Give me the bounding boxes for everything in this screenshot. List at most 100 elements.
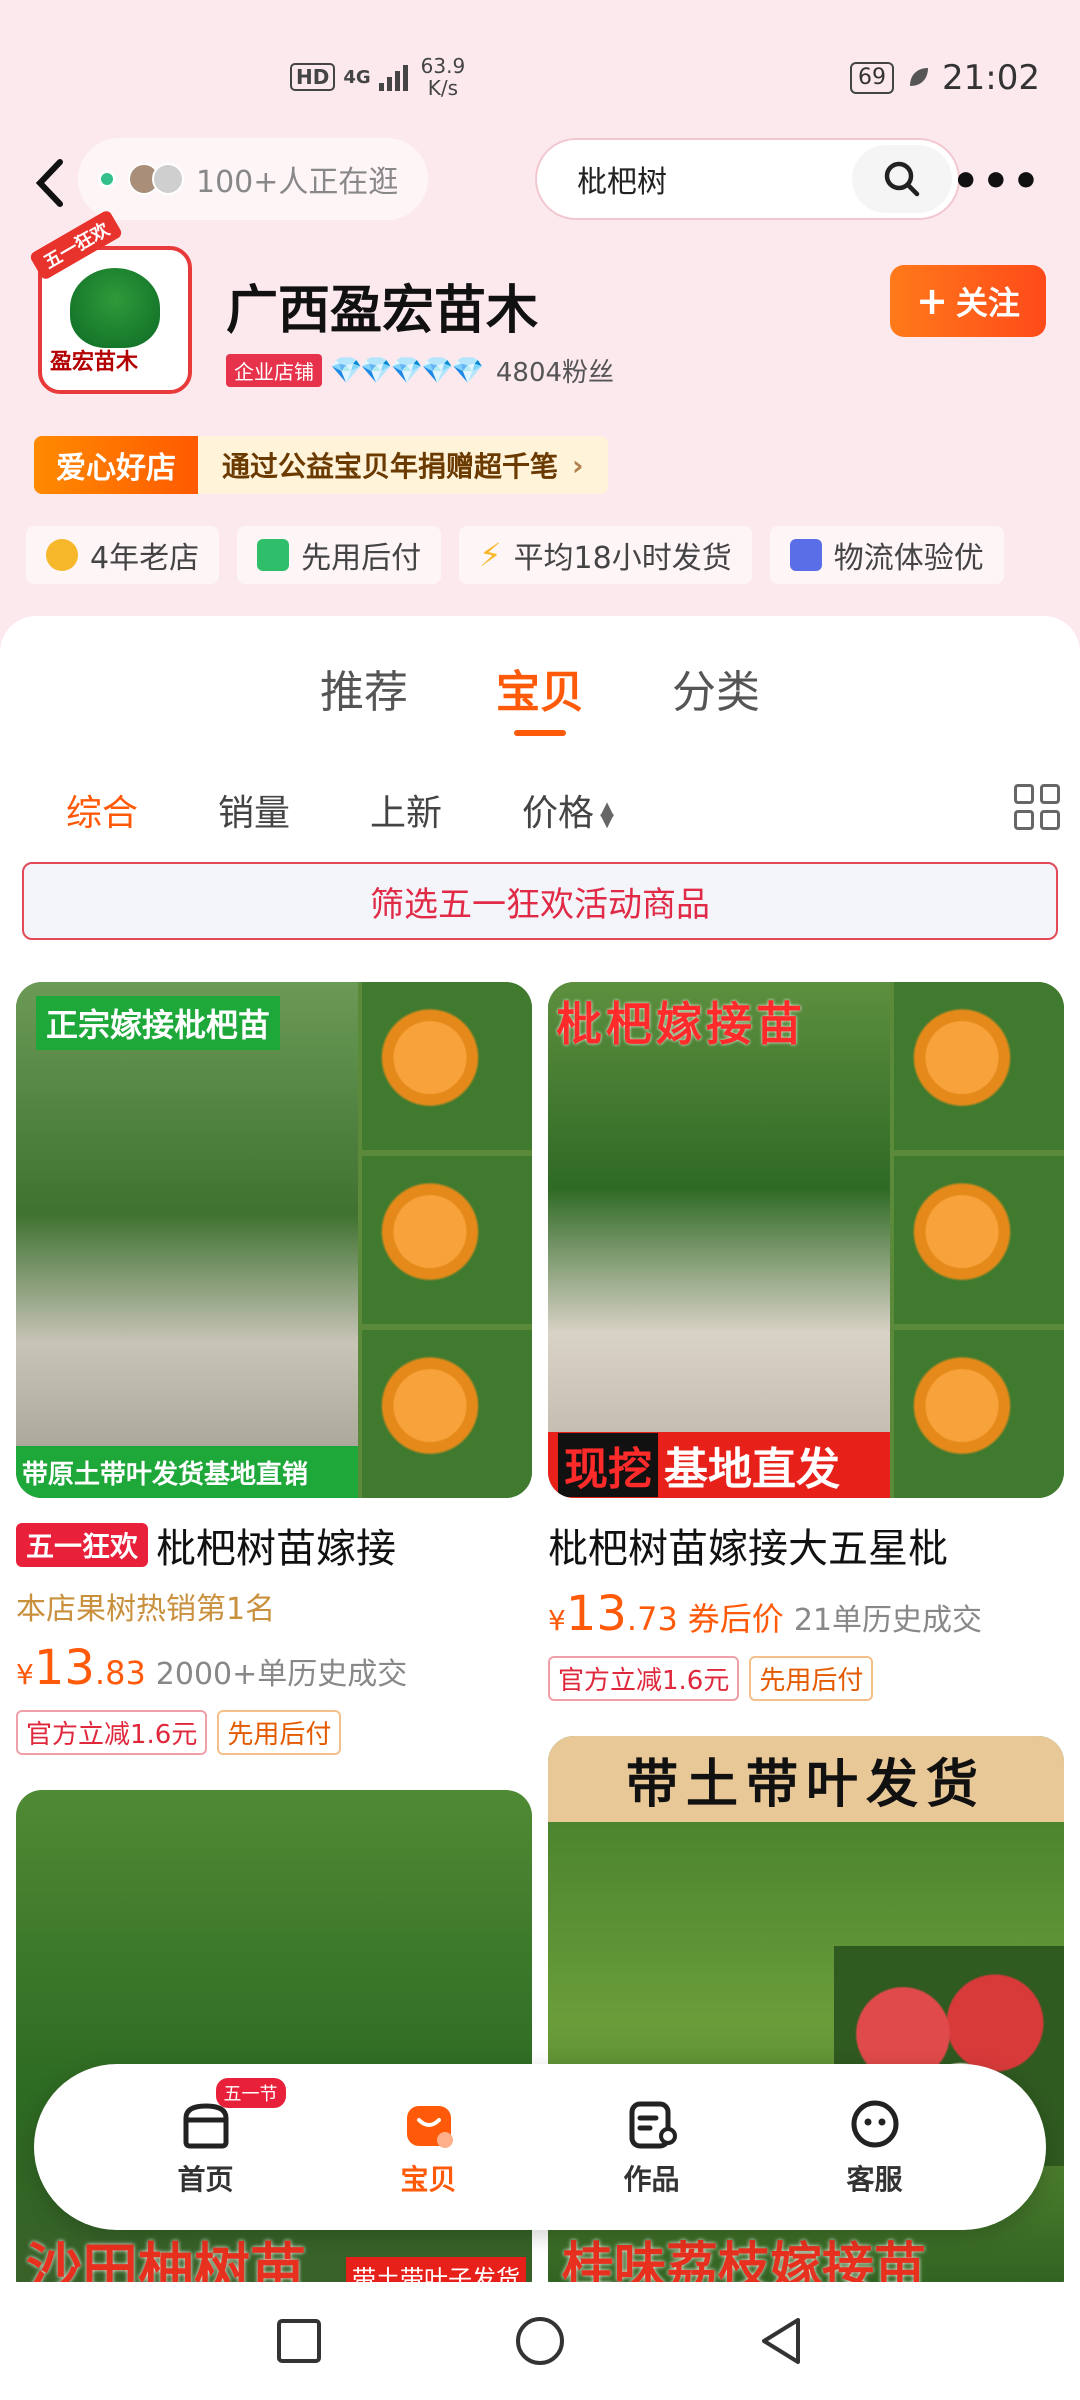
sort-sales[interactable]: 销量 [218,784,290,836]
image-caption-dig: 现挖 [558,1433,658,1497]
price-int: 13 [565,1586,627,1642]
price-int: 13 [33,1640,95,1696]
leaf-icon [910,68,929,86]
product-image[interactable]: 正宗嫁接枇杷苗 带原土带叶发货基地直销 [16,982,532,1498]
sort-bar: 综合 销量 上新 价格 ▲ ▼ [66,784,614,836]
perk-label: 物流体验优 [833,541,984,576]
price-row: ¥13.83 2000+单历史成交 [16,1640,532,1696]
image-caption-top: 带土带叶发货 [548,1736,1064,1822]
product-card[interactable]: 枇杷嫁接苗 现挖 基地直发 枇杷树苗嫁接大五星枇 ¥13.73 券后价 21单历史… [548,982,1064,1701]
enterprise-badge: 企业店铺 [226,354,322,387]
shop-name[interactable]: 广西盈宏苗木 [226,268,538,343]
sold-count: 21单历史成交 [793,1603,982,1638]
seedling-photo [16,982,358,1498]
loquat-photo [362,1330,532,1498]
product-title-text: 枇杷树苗嫁接 [156,1526,397,1572]
discount-chip: 官方立减1.6元 [16,1710,208,1755]
visitors-pill[interactable]: 100+人正在逛 [78,138,428,220]
product-title[interactable]: 五一狂欢 枇杷树苗嫁接 [16,1516,532,1574]
search-icon [884,161,920,197]
net-speed: 63.9 K/s [421,55,466,99]
perk-label: 4年老店 [90,541,200,576]
medal-icon [46,539,78,571]
diamond-rating: 💎💎💎💎💎 [330,355,484,386]
online-dot [98,170,116,188]
pay-later-chip: 先用后付 [217,1710,342,1755]
product-chips: 官方立减1.6元 先用后付 [16,1710,532,1755]
price: ¥13.83 [16,1640,146,1696]
shield-check-icon [257,539,290,571]
price: ¥13.73 [548,1586,678,1642]
system-nav-bar [0,2282,1080,2400]
hd-icon: HD [290,63,336,91]
perk-pay-later[interactable]: 先用后付 [237,526,442,584]
top-nav: 100+人正在逛 枇杷树 ••• [0,138,1080,228]
image-caption-top: 正宗嫁接枇杷苗 [36,996,281,1050]
net-speed-unit: K/s [427,76,459,100]
tabbar-service[interactable]: 客服 [815,2096,935,2198]
product-card[interactable]: 正宗嫁接枇杷苗 带原土带叶发货基地直销 五一狂欢 枇杷树苗嫁接 本店果树热销第1… [16,982,532,1755]
coupon-price-label: 券后价 [687,1600,784,1638]
chevron-left-icon [35,159,63,207]
product-image[interactable]: 枇杷嫁接苗 现挖 基地直发 [548,982,1064,1498]
recents-icon[interactable] [274,2316,324,2366]
charity-message-text: 通过公益宝贝年捐赠超千笔 [222,450,559,483]
product-title-text: 枇杷树苗嫁接大五星枇 [548,1526,948,1572]
follow-label: 关注 [955,284,1020,322]
fans-count: 4804粉丝 [495,358,615,388]
tabbar-label: 首页 [177,2163,234,2196]
chevron-right-icon: › [572,448,584,482]
visitors-text: 100+人正在逛 [196,165,399,200]
sold-count: 2000+单历史成交 [155,1657,408,1692]
back-nav-icon[interactable] [756,2314,806,2368]
grid-view-icon[interactable] [1014,784,1060,830]
image-caption-top: 枇杷嫁接苗 [556,997,806,1051]
visitor-avatars [128,163,184,195]
tab-categories[interactable]: 分类 [672,656,760,720]
shopping-bag-icon [406,2106,453,2148]
bottom-tab-bar: 五一节 首页 宝贝 作品 客服 [34,2064,1046,2230]
follow-button[interactable]: + 关注 [890,265,1046,337]
sort-price-label: 价格 [522,793,595,834]
price-row: ¥13.73 券后价 21单历史成交 [548,1586,1064,1642]
search-bar[interactable]: 枇杷树 [535,138,960,220]
perk-old-shop[interactable]: 4年老店 [26,526,220,584]
search-input[interactable]: 枇杷树 [577,157,852,201]
perk-logistics[interactable]: 物流体验优 [769,526,1004,584]
loquat-photo [362,1156,532,1324]
home-icon[interactable] [513,2314,567,2368]
image-caption-bottom: 带原土带叶发货基地直销 [16,1446,358,1498]
tab-recommend[interactable]: 推荐 [320,656,408,720]
tabbar-products[interactable]: 宝贝 [369,2096,489,2198]
shop-perks: 4年老店 先用后付 ⚡ 平均18小时发货 物流体验优 [26,526,1004,584]
back-button[interactable] [30,156,80,210]
tabbar-home[interactable]: 五一节 首页 [146,2078,286,2198]
loquat-photo [894,1330,1064,1498]
sort-overall[interactable]: 综合 [66,784,138,836]
sort-new[interactable]: 上新 [370,784,442,836]
sort-arrows-icon: ▲ ▼ [600,798,614,831]
price-dec: .83 [94,1654,146,1692]
truck-icon [789,539,822,571]
chat-face-icon [851,2100,898,2148]
battery-icon: 69 [850,62,895,94]
signal-icon [378,65,408,91]
search-button[interactable] [852,145,952,213]
perk-shipping-time[interactable]: ⚡ 平均18小时发货 [459,526,752,584]
more-icon[interactable]: ••• [952,156,1042,207]
shop-tabs: 推荐 宝贝 分类 [0,656,1080,736]
charity-message: 通过公益宝贝年捐赠超千笔 › [198,436,608,494]
loquat-photo [362,982,532,1150]
charity-tag: 爱心好店 [34,436,198,494]
shop-meta: 企业店铺 💎💎💎💎💎 4804粉丝 [226,352,614,389]
tabbar-label: 客服 [846,2163,903,2196]
status-right: 69 21:02 [850,58,1040,98]
perk-label: 先用后付 [301,541,422,576]
product-title[interactable]: 枇杷树苗嫁接大五星枇 [548,1516,1064,1574]
network-indicator: HD 4G 63.9 K/s [290,55,465,99]
tab-products[interactable]: 宝贝 [496,656,584,736]
sort-price[interactable]: 价格 ▲ ▼ [522,784,614,836]
festival-filter-button[interactable]: 筛选五一狂欢活动商品 [22,862,1058,940]
tabbar-works[interactable]: 作品 [592,2096,712,2198]
charity-banner[interactable]: 爱心好店 通过公益宝贝年捐赠超千笔 › [34,436,608,494]
